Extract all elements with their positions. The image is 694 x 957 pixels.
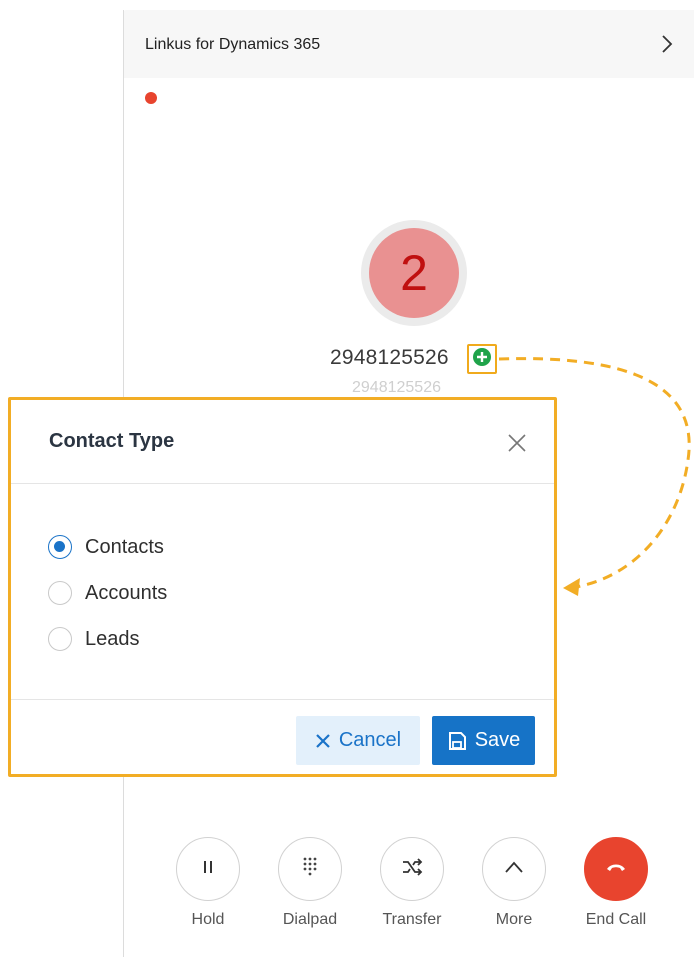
save-button[interactable]: Save bbox=[432, 716, 535, 765]
dialog-divider bbox=[11, 483, 554, 484]
end-call-control[interactable] bbox=[584, 837, 648, 901]
dialog-divider bbox=[11, 699, 554, 700]
hold-button[interactable] bbox=[176, 837, 240, 901]
radio-accounts[interactable]: Accounts bbox=[48, 581, 167, 605]
close-icon bbox=[315, 733, 331, 749]
more-control[interactable] bbox=[482, 837, 546, 901]
save-icon bbox=[447, 731, 467, 751]
chevron-up-icon bbox=[504, 860, 524, 879]
radio-label: Leads bbox=[85, 627, 140, 650]
hangup-icon bbox=[605, 860, 627, 878]
dialpad-button[interactable] bbox=[278, 837, 342, 901]
hold-control[interactable] bbox=[176, 837, 240, 901]
transfer-label: Transfer bbox=[382, 911, 442, 928]
pause-icon bbox=[199, 858, 217, 881]
radio-label: Accounts bbox=[85, 581, 168, 604]
radio-contacts[interactable]: Contacts bbox=[48, 535, 164, 559]
cancel-button[interactable]: Cancel bbox=[296, 716, 420, 765]
hold-label: Hold bbox=[191, 911, 225, 928]
radio-button[interactable] bbox=[48, 627, 72, 651]
save-label: Save bbox=[474, 729, 521, 751]
transfer-button[interactable] bbox=[380, 837, 444, 901]
radio-button[interactable] bbox=[48, 581, 72, 605]
dialpad-icon bbox=[301, 856, 319, 883]
radio-label: Contacts bbox=[85, 535, 164, 558]
more-label: More bbox=[495, 911, 533, 928]
more-button[interactable] bbox=[482, 837, 546, 901]
transfer-icon bbox=[401, 857, 423, 881]
end-call-label: End Call bbox=[585, 911, 647, 928]
close-icon[interactable] bbox=[506, 432, 528, 454]
contact-type-dialog: Contact Type Contacts Accounts Leads Can… bbox=[8, 397, 557, 777]
cancel-label: Cancel bbox=[338, 729, 402, 751]
dialpad-control[interactable] bbox=[278, 837, 342, 901]
dialog-title: Contact Type bbox=[49, 430, 175, 452]
radio-leads[interactable]: Leads bbox=[48, 627, 140, 651]
transfer-control[interactable] bbox=[380, 837, 444, 901]
end-call-button[interactable] bbox=[584, 837, 648, 901]
dialpad-label: Dialpad bbox=[282, 911, 338, 928]
radio-button[interactable] bbox=[48, 535, 72, 559]
